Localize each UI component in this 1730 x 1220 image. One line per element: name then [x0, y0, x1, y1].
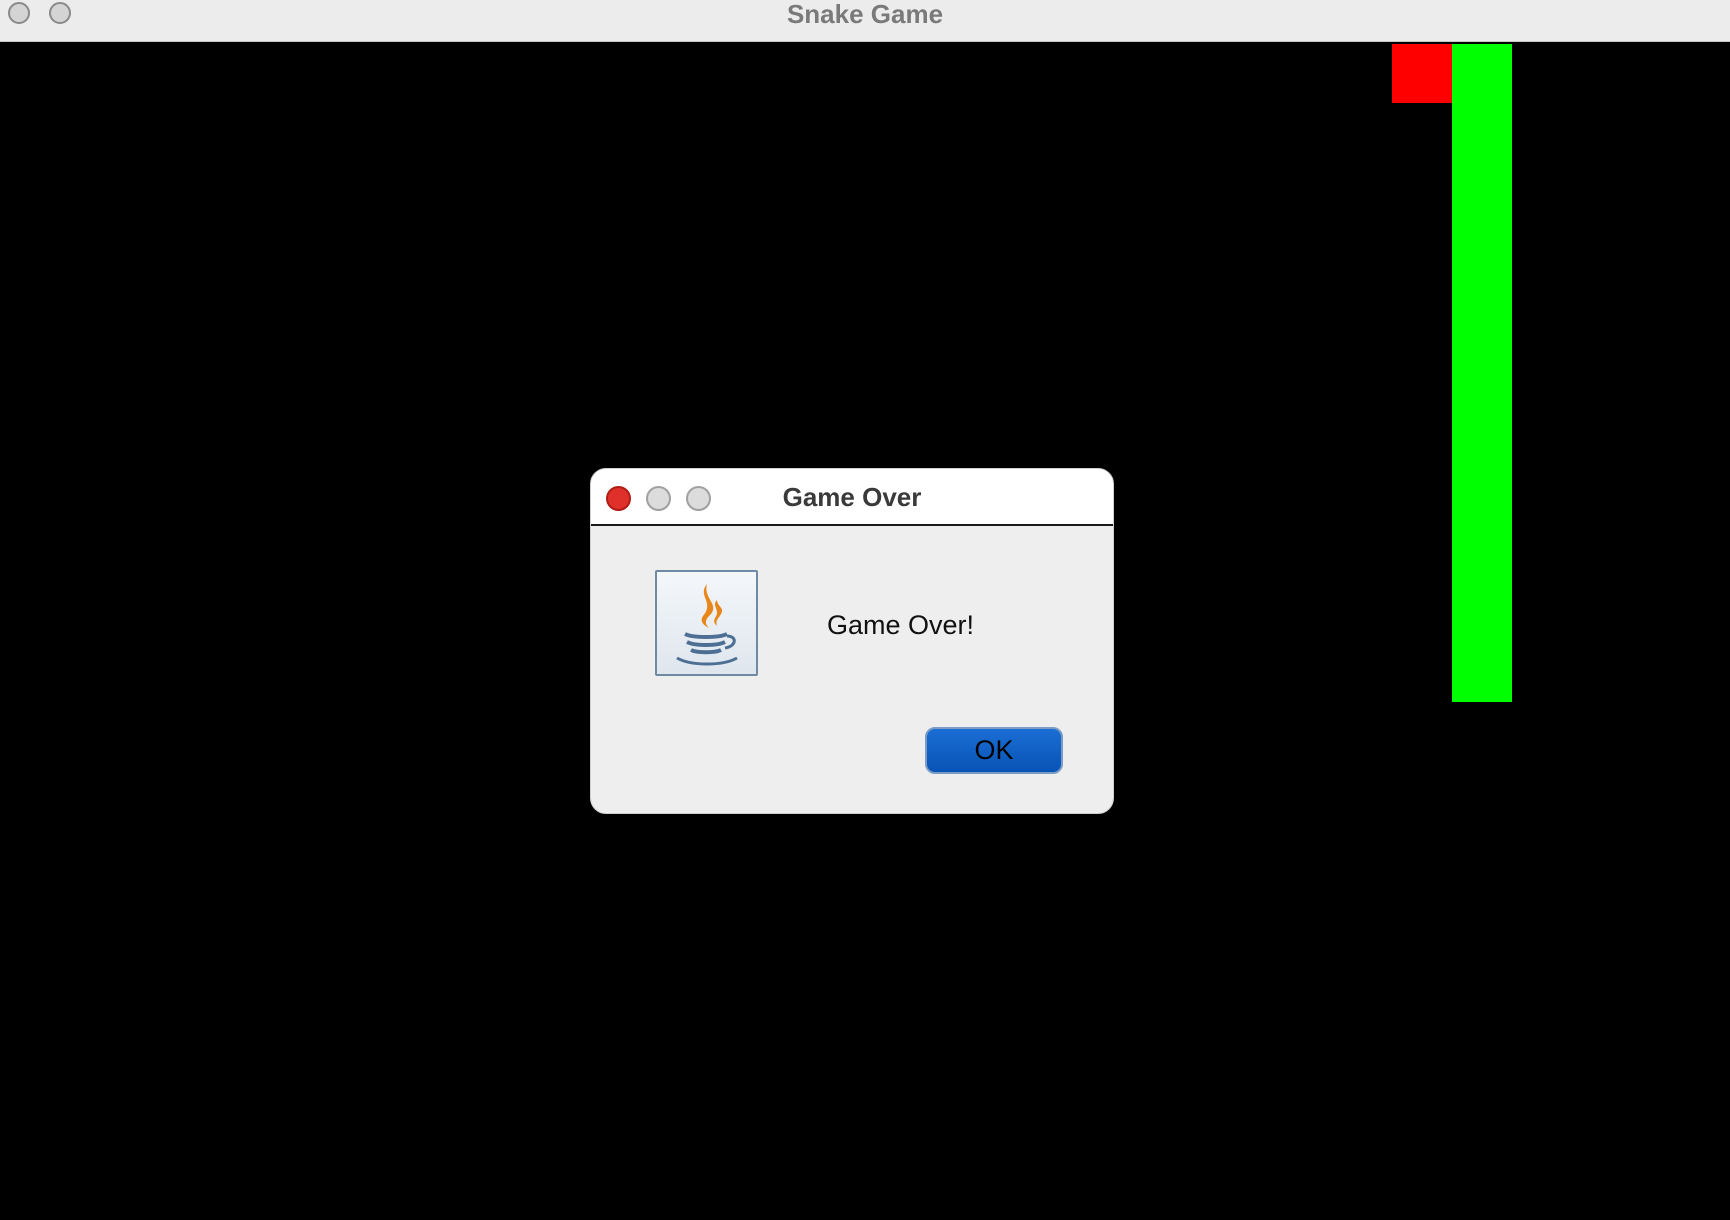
dialog-titlebar: Game Over	[591, 469, 1113, 526]
dialog-title: Game Over	[782, 482, 922, 512]
snake-body	[1452, 44, 1512, 702]
dialog-message: Game Over!	[827, 610, 975, 640]
game-over-dialog: Game Over Game Over! OK	[590, 468, 1114, 814]
snake-game-window: Snake Game Game Over Game Over! OK	[0, 0, 1730, 1220]
window-title: Snake Game	[786, 0, 944, 29]
window-titlebar: Snake Game	[0, 0, 1730, 42]
food-pellet	[1392, 44, 1452, 103]
ok-button[interactable]: OK	[925, 727, 1063, 774]
java-icon	[655, 570, 758, 676]
